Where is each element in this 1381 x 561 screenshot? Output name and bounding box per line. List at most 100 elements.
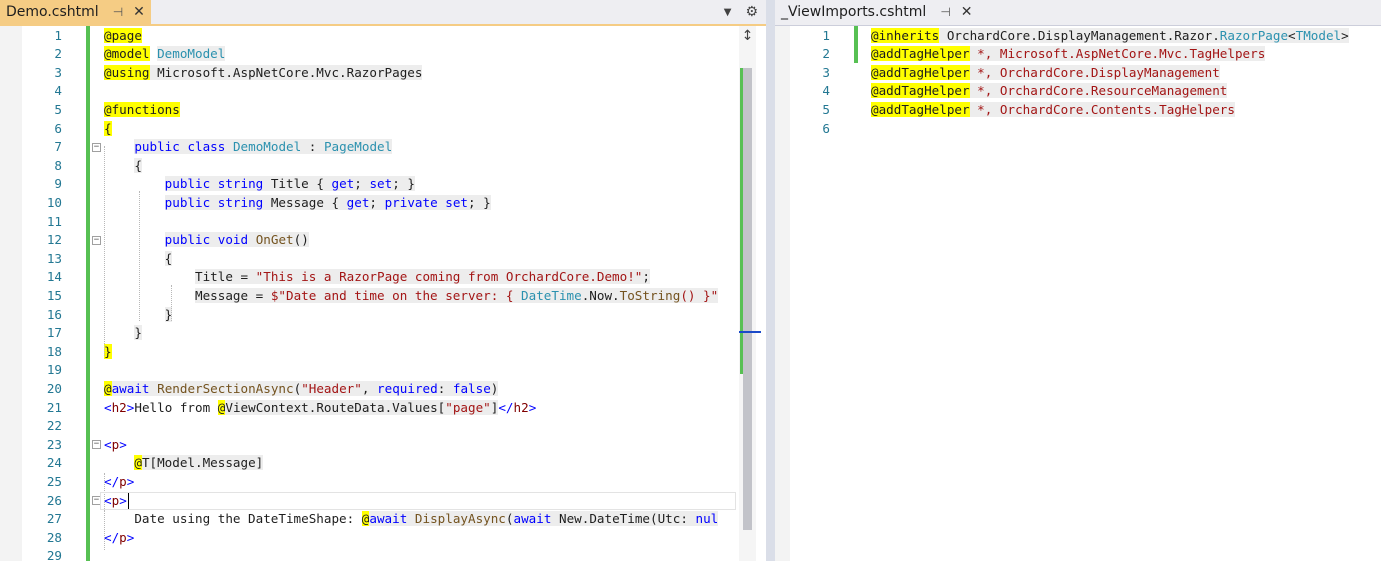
tab-viewimports-cshtml[interactable]: _ViewImports.cshtml ⊣ ✕	[775, 0, 979, 24]
code-token: {	[104, 120, 112, 136]
pin-icon[interactable]: ⊣	[940, 5, 950, 19]
code-token: OrchardCore.DisplayManagement.Razor.	[939, 27, 1220, 43]
line-number: 21	[46, 399, 62, 415]
code-token: ;	[642, 269, 650, 285]
code-line[interactable]: 19	[0, 361, 766, 380]
code-line[interactable]: 10 public string Message { get; private …	[0, 194, 766, 213]
right-tab-strip: _ViewImports.cshtml ⊣ ✕	[775, 0, 1381, 26]
close-icon[interactable]: ✕	[961, 4, 973, 20]
chevron-down-icon[interactable]: ▼	[724, 7, 732, 18]
scrollbar-thumb[interactable]	[743, 68, 752, 530]
code-text: {	[104, 120, 112, 139]
pane-splitter[interactable]	[766, 0, 775, 561]
code-line[interactable]: 3 @addTagHelper *, OrchardCore.DisplayMan…	[775, 64, 1381, 83]
code-line[interactable]: 17 }	[0, 324, 766, 343]
code-line[interactable]: 2 @addTagHelper *, Microsoft.AspNetCore.M…	[775, 45, 1381, 64]
code-token: () }"	[680, 287, 719, 303]
code-text: @model DemoModel	[104, 45, 226, 64]
code-token	[210, 194, 218, 210]
code-text: public class DemoModel : PageModel	[104, 138, 393, 157]
code-token: public	[164, 194, 211, 210]
code-line[interactable]: 3 @using Microsoft.AspNetCore.Mvc.RazorPa…	[0, 64, 766, 83]
code-token: .Now.	[581, 287, 620, 303]
code-token: get	[331, 176, 355, 192]
fold-toggle-icon[interactable]: −	[92, 142, 101, 152]
line-number: 15	[46, 287, 62, 303]
code-token: @model	[104, 46, 150, 62]
code-text: <h2>Hello from @ViewContext.RouteData.Va…	[104, 399, 536, 418]
code-token: p	[119, 473, 127, 489]
code-token: @page	[104, 27, 142, 43]
code-token: "page"	[445, 399, 491, 415]
code-token: {	[134, 157, 142, 173]
code-line[interactable]: 21 <h2>Hello from @ViewContext.RouteData.…	[0, 399, 766, 418]
code-line[interactable]: 24 @T[Model.Message]	[0, 454, 766, 473]
code-line[interactable]: 18}	[0, 343, 766, 362]
close-icon[interactable]: ✕	[133, 4, 145, 20]
code-line[interactable]: 25 </p>	[0, 473, 766, 492]
code-text: @functions	[104, 101, 180, 120]
code-text: public string Message { get; private set…	[104, 194, 491, 213]
tab-demo-cshtml[interactable]: Demo.cshtml ⊣ ✕	[0, 0, 151, 24]
code-line[interactable]: 16 }	[0, 306, 766, 325]
code-line[interactable]: 5 @functions	[0, 101, 766, 120]
code-line[interactable]: 28 </p>	[0, 529, 766, 548]
code-line[interactable]: 13 {	[0, 250, 766, 269]
code-text: Title = "This is a RazorPage coming from…	[104, 268, 650, 287]
code-line[interactable]: 4	[0, 82, 766, 101]
code-token: Message {	[263, 194, 347, 210]
code-line[interactable]: 1 @inherits OrchardCore.DisplayManagement…	[775, 27, 1381, 46]
line-number: 19	[46, 362, 62, 378]
code-line[interactable]: 6	[775, 120, 1381, 139]
code-line[interactable]: 6{	[0, 120, 766, 139]
code-token: h2	[111, 399, 127, 415]
code-line[interactable]: 27 Date using the DateTimeShape: @await …	[0, 510, 766, 529]
code-token: )	[490, 380, 499, 396]
split-view-icon[interactable]: ↕	[739, 28, 756, 45]
code-line[interactable]: 2 @model DemoModel	[0, 45, 766, 64]
code-token: private	[384, 194, 438, 210]
code-token: TModel	[1295, 27, 1342, 43]
code-line[interactable]: 20 @await RenderSectionAsync("Header", re…	[0, 380, 766, 399]
code-token: set	[369, 176, 393, 192]
code-line[interactable]: 14 Title = "This is a RazorPage coming f…	[0, 268, 766, 287]
code-token: set	[445, 194, 469, 210]
code-token: $"Date and time on the server: {	[270, 287, 522, 303]
line-number: 26	[46, 492, 62, 508]
code-token: <	[104, 399, 112, 415]
code-line[interactable]: 4 @addTagHelper *, OrchardCore.ResourceMa…	[775, 82, 1381, 101]
code-line[interactable]: 12 public void OnGet()	[0, 231, 766, 250]
vertical-scrollbar[interactable]: ↕	[739, 26, 761, 561]
line-number: 4	[54, 83, 62, 99]
code-line[interactable]: 5 @addTagHelper *, OrchardCore.Contents.T…	[775, 101, 1381, 120]
line-number: 17	[46, 325, 62, 341]
pin-icon[interactable]: ⊣	[113, 5, 123, 19]
fold-toggle-icon[interactable]: −	[92, 440, 101, 450]
code-token: >	[119, 436, 127, 452]
code-token: public	[164, 232, 211, 248]
right-code-editor[interactable]: 1 @inherits OrchardCore.DisplayManagement…	[775, 26, 1381, 561]
line-number: 6	[54, 120, 62, 136]
fold-toggle-icon[interactable]: −	[92, 235, 101, 245]
code-token: get	[346, 194, 370, 210]
code-line[interactable]: 8 {	[0, 157, 766, 176]
code-line[interactable]: 29	[0, 547, 766, 561]
gear-icon[interactable]: ⚙	[745, 4, 758, 20]
code-line[interactable]: 22	[0, 417, 766, 436]
code-line[interactable]: 23 <p>	[0, 436, 766, 455]
left-code-editor[interactable]: 1 @page 2 @model DemoModel 3 @using Microsoft…	[0, 26, 766, 561]
code-text: <p>	[104, 436, 127, 455]
caret-position-marker	[739, 331, 761, 333]
code-line[interactable]: 15 Message = $"Date and time on the serv…	[0, 287, 766, 306]
code-token: @addTagHelper	[871, 46, 970, 62]
code-token: required	[377, 380, 438, 396]
code-text: @await RenderSectionAsync("Header", requ…	[104, 380, 499, 399]
code-text: @addTagHelper *, OrchardCore.Contents.Ta…	[871, 101, 1235, 120]
line-number: 23	[46, 436, 62, 452]
code-line[interactable]: 7 public class DemoModel : PageModel	[0, 138, 766, 157]
code-line[interactable]: 11	[0, 213, 766, 232]
code-line[interactable]: 9 public string Title { get; set; }	[0, 175, 766, 194]
code-token: class	[187, 139, 226, 155]
code-line[interactable]: 1 @page	[0, 27, 766, 46]
